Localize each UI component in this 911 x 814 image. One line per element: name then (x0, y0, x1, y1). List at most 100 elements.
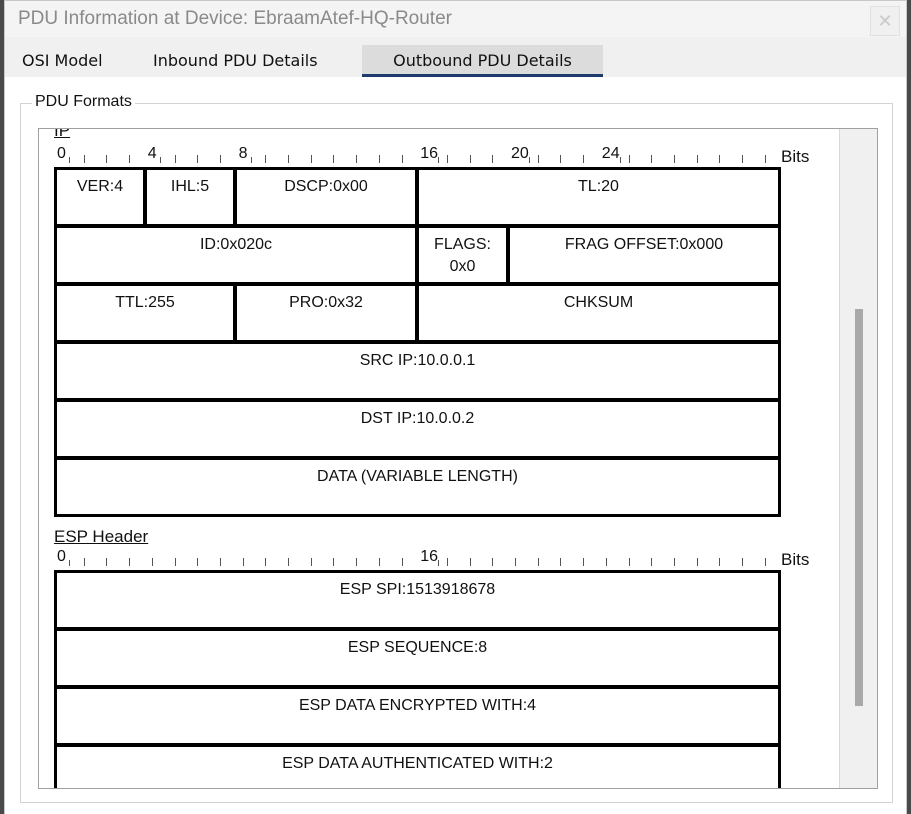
esp-bit-ruler: 0 16 (39, 548, 877, 566)
ruler-tick (197, 558, 199, 566)
ruler-tick (529, 157, 530, 163)
ruler-tick (310, 558, 312, 566)
esp-bits-label: Bits (781, 550, 810, 569)
ruler-tick (159, 157, 161, 163)
ruler-tick (560, 558, 562, 566)
ip-bits-label: Bits (781, 147, 810, 166)
ip-field-flags: FLAGS: 0x0 (416, 225, 509, 285)
ruler-label-4: 4 (147, 145, 157, 162)
ruler-tick (764, 155, 766, 163)
ruler-tick (605, 558, 607, 566)
esp-field-spi: ESP SPI:1513918678 (54, 570, 781, 630)
title-bar: PDU Information at Device: EbraamAtef-HQ… (5, 1, 906, 37)
ip-field-dst: DST IP:10.0.0.2 (54, 399, 781, 459)
ruler-tick (356, 558, 358, 566)
ip-field-ver: VER:4 (54, 167, 146, 227)
ruler-tick (129, 558, 131, 566)
vertical-scrollbar[interactable] (839, 129, 877, 788)
ruler-tick (446, 155, 448, 163)
ruler-tick (129, 155, 131, 163)
ruler-tick (696, 155, 698, 163)
tab-inbound-pdu-details[interactable]: Inbound PDU Details (153, 45, 318, 77)
esp-field-authenticated: ESP DATA AUTHENTICATED WITH:2 (54, 744, 781, 788)
ruler-tick (619, 157, 621, 163)
pdu-scroll-area[interactable]: IP 0 4 8 16 20 24 Bits VER:4 IHL:5 DSCP:0x00 … (38, 128, 878, 789)
ruler-tick (673, 155, 675, 163)
ruler-tick (265, 558, 267, 566)
ruler-tick (446, 558, 448, 566)
ruler-tick (219, 155, 221, 163)
scrollbar-thumb[interactable] (855, 309, 863, 706)
ruler-tick (378, 155, 380, 163)
ruler-tick (719, 155, 721, 163)
ruler-tick (265, 155, 267, 163)
ruler-tick (69, 560, 70, 566)
ruler-label-16: 16 (420, 548, 438, 565)
ruler-tick (583, 558, 585, 566)
ruler-tick (401, 155, 403, 163)
ruler-label-20: 20 (511, 145, 529, 162)
ruler-tick (242, 558, 244, 566)
ruler-tick (469, 558, 471, 566)
esp-field-sequence: ESP SEQUENCE:8 (54, 628, 781, 688)
ruler-tick (333, 558, 335, 566)
ruler-label-16: 16 (420, 145, 438, 162)
ruler-tick (83, 155, 85, 163)
ruler-tick (288, 155, 289, 163)
pdu-info-window: PDU Information at Device: EbraamAtef-HQ… (4, 0, 907, 814)
ruler-label-0: 0 (57, 145, 66, 162)
ruler-tick (69, 157, 70, 163)
tab-bar: OSI Model Inbound PDU Details Outbound P… (5, 45, 906, 77)
ip-field-ttl: TTL:255 (54, 283, 236, 343)
tab-outbound-pdu-details[interactable]: Outbound PDU Details (362, 45, 603, 77)
close-button[interactable]: ✕ (870, 6, 900, 36)
ip-field-ihl: IHL:5 (144, 167, 236, 227)
ruler-tick (764, 558, 766, 566)
esp-section-title: ESP Header (54, 527, 149, 546)
ip-field-frag-offset: FRAG OFFSET:0x000 (507, 225, 781, 285)
ruler-tick (651, 558, 653, 566)
ip-field-id: ID:0x020c (54, 225, 418, 285)
ip-field-chksum: CHKSUM (416, 283, 781, 343)
ruler-tick (628, 558, 630, 566)
ruler-tick (696, 558, 698, 566)
ruler-tick (106, 155, 108, 163)
tab-osi-model[interactable]: OSI Model (22, 45, 103, 77)
window-title: PDU Information at Device: EbraamAtef-HQ… (18, 8, 452, 29)
ruler-tick (583, 155, 585, 163)
ruler-tick (219, 558, 221, 566)
ruler-tick (310, 155, 312, 163)
ip-field-dscp: DSCP:0x00 (234, 167, 418, 227)
ruler-tick (560, 155, 562, 163)
ruler-tick (742, 155, 743, 163)
ruler-tick (651, 155, 653, 163)
ruler-tick (469, 155, 471, 163)
ruler-tick (719, 558, 721, 566)
ruler-tick (515, 558, 516, 566)
ruler-tick (378, 558, 380, 566)
close-icon: ✕ (877, 11, 893, 31)
ruler-tick (174, 558, 176, 566)
ruler-label-24: 24 (601, 145, 620, 162)
ruler-tick (106, 558, 108, 566)
ruler-tick (492, 155, 494, 163)
ruler-tick (673, 558, 675, 566)
ruler-tick (250, 157, 252, 163)
ruler-tick (742, 558, 743, 566)
outbound-pdu-panel: PDU Formats IP 0 4 8 16 20 24 Bits VER:4 IHL:… (5, 77, 906, 814)
ruler-tick (492, 558, 494, 566)
ruler-tick (151, 558, 153, 566)
ruler-tick (438, 560, 440, 566)
ruler-tick (288, 558, 289, 566)
ruler-tick (537, 155, 539, 163)
ip-field-src: SRC IP:10.0.0.1 (54, 341, 781, 401)
ruler-tick (333, 155, 335, 163)
ruler-tick (401, 558, 403, 566)
ruler-tick (628, 155, 630, 163)
pdu-formats-label: PDU Formats (32, 93, 135, 111)
ip-field-data: DATA (VARIABLE LENGTH) (54, 457, 781, 517)
ruler-tick (356, 155, 358, 163)
ruler-tick (174, 155, 176, 163)
ruler-label-8: 8 (238, 145, 248, 162)
ip-bit-ruler: 0 4 8 16 20 24 (39, 145, 877, 163)
